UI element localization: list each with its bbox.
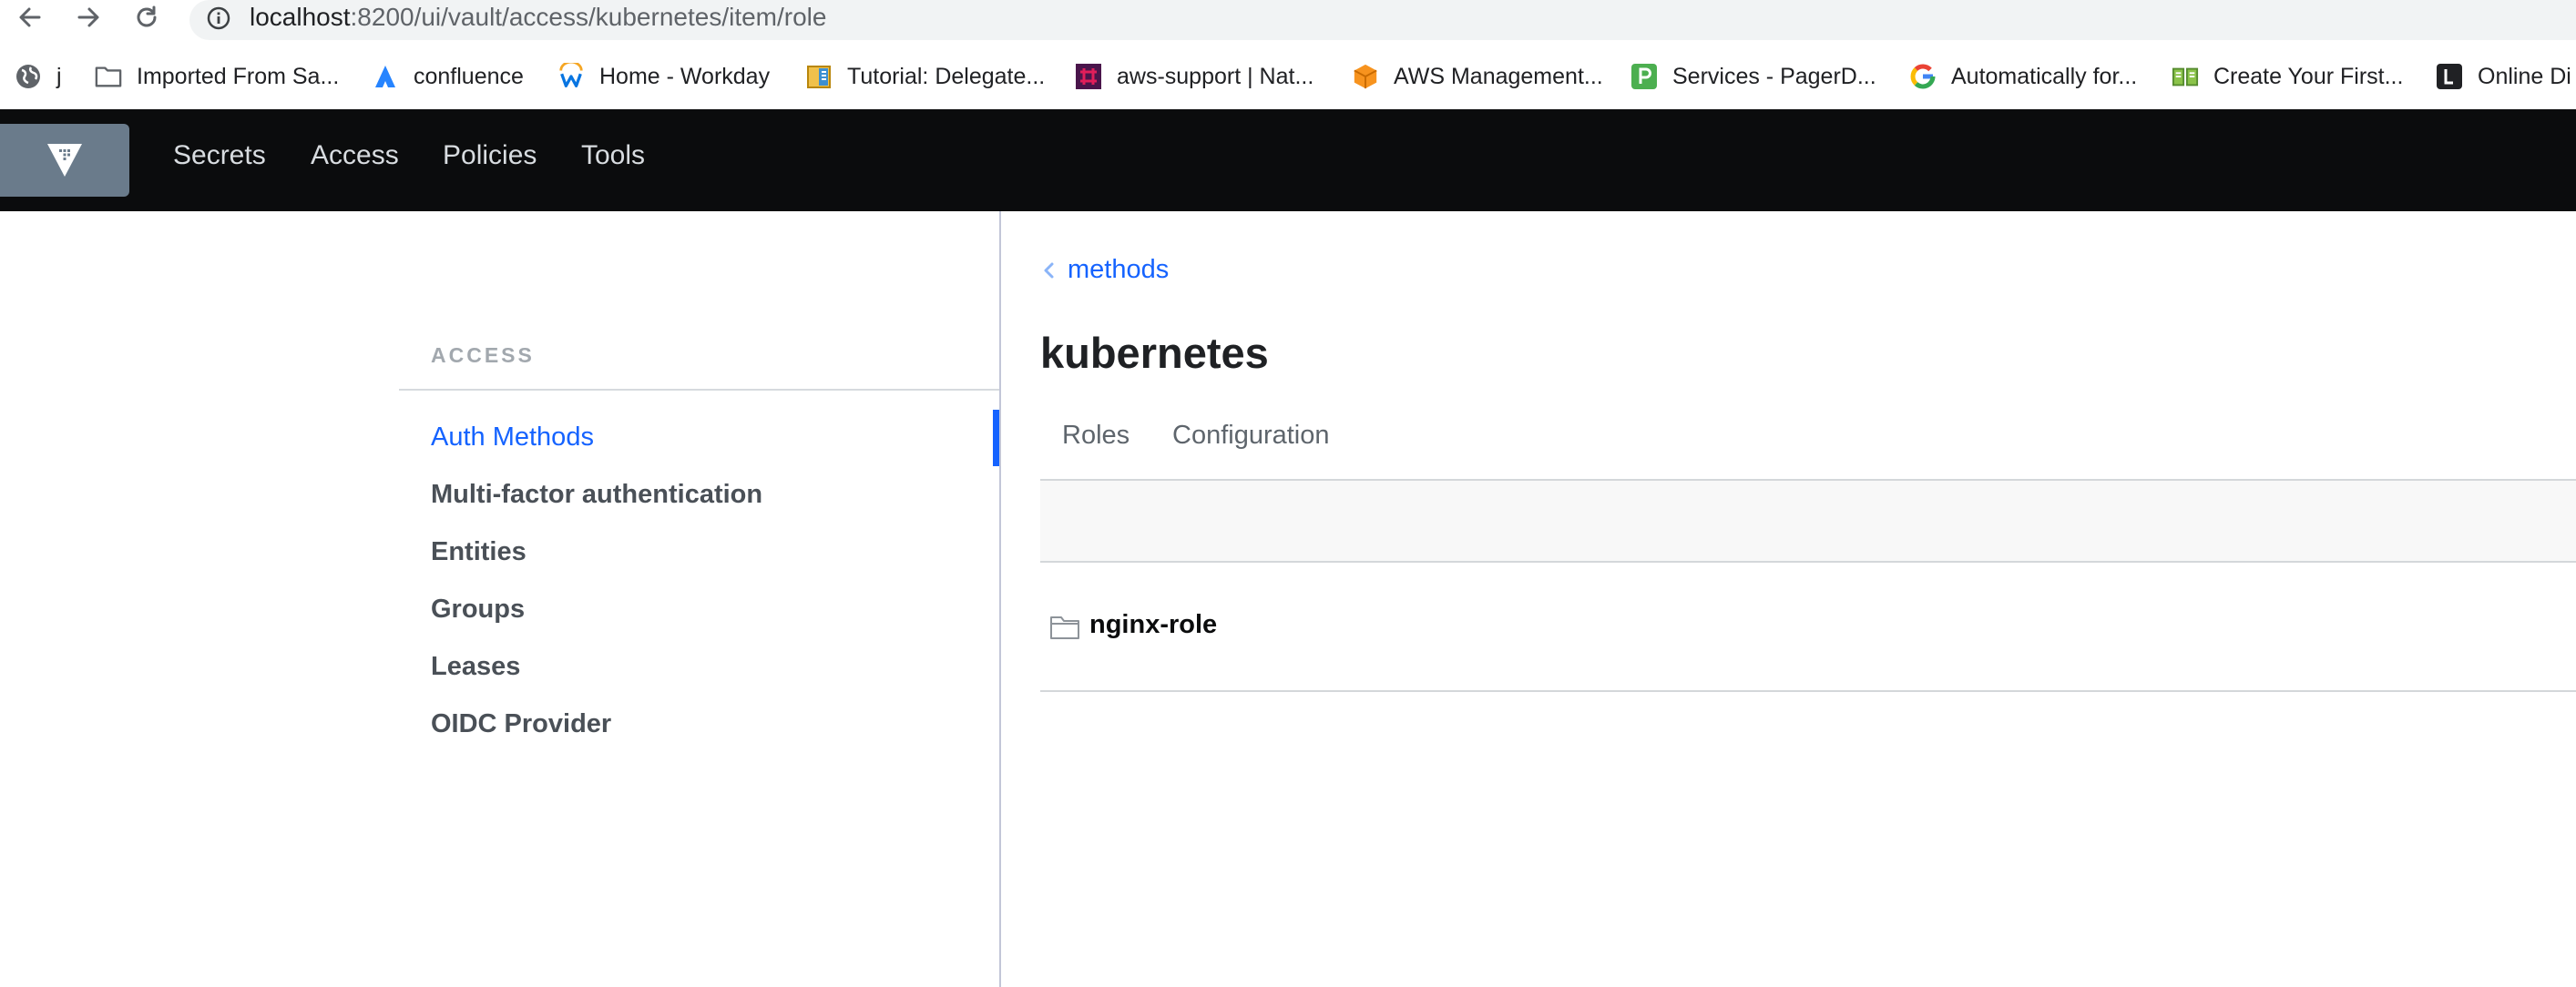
folder-icon <box>1050 616 1079 639</box>
sidebar-item-groups[interactable]: Groups <box>431 595 525 625</box>
google-icon <box>1909 63 1937 90</box>
list-item-nginx-role[interactable]: nginx-role <box>1040 563 2576 692</box>
bookmark-create-first[interactable]: Create Your First... <box>2172 60 2403 93</box>
bookmark-label: Automatically for... <box>1951 63 2138 89</box>
bookmark-aws-support[interactable]: aws-support | Nat... <box>1075 60 1314 93</box>
vault-logo-icon <box>47 144 82 177</box>
breadcrumb-link-methods[interactable]: methods <box>1068 255 1169 285</box>
globe-icon <box>15 63 42 90</box>
arrow-left-icon <box>19 7 41 27</box>
app-header: Secrets Access Policies Tools <box>0 109 2576 211</box>
nav-tools[interactable]: Tools <box>581 140 645 171</box>
bookmark-google[interactable]: Automatically for... <box>1909 60 2137 93</box>
bookmark-pagerduty[interactable]: Services - PagerD... <box>1630 60 1876 93</box>
sidebar-item-oidc-provider[interactable]: OIDC Provider <box>431 709 611 739</box>
nav-policies[interactable]: Policies <box>443 140 537 171</box>
chevron-left-icon <box>1044 262 1054 278</box>
nav-access[interactable]: Access <box>311 140 399 171</box>
url-host: localhost <box>250 3 351 31</box>
workday-icon <box>557 63 585 90</box>
bookmark-label: Services - PagerD... <box>1672 63 1876 89</box>
forward-button[interactable] <box>73 2 104 33</box>
breadcrumb[interactable]: methods <box>1040 255 1169 285</box>
sidebar-heading: ACCESS <box>431 343 535 367</box>
bookmark-label: Create Your First... <box>2213 63 2404 89</box>
info-icon[interactable] <box>206 5 231 31</box>
sidebar-item-leases[interactable]: Leases <box>431 652 520 682</box>
list-toolbar <box>1040 479 2576 563</box>
bookmark-aws-management[interactable]: AWS Management... <box>1352 60 1603 93</box>
bookmarks-bar: j Imported From Sa... confluence Home - … <box>0 51 2576 102</box>
sidebar-item-mfa[interactable]: Multi-factor authentication <box>431 480 762 510</box>
bookmark-j[interactable]: j <box>15 60 62 93</box>
sidebar-item-auth-methods[interactable]: Auth Methods <box>431 422 594 453</box>
back-button[interactable] <box>15 2 46 33</box>
sidebar-border <box>999 211 1001 987</box>
bookmark-label: Tutorial: Delegate... <box>847 63 1046 89</box>
pagerduty-icon <box>1630 63 1658 90</box>
reload-icon <box>137 5 157 27</box>
vault-logo[interactable] <box>0 124 129 197</box>
bookmark-online[interactable]: Online Di <box>2436 60 2571 93</box>
bookmark-label: aws-support | Nat... <box>1117 63 1314 89</box>
tab-configuration[interactable]: Configuration <box>1172 421 1330 451</box>
bookmark-label: confluence <box>414 63 524 89</box>
bookmark-label: Imported From Sa... <box>137 63 340 89</box>
book-icon <box>805 63 833 90</box>
bookmark-label: Online Di <box>2478 63 2571 89</box>
url-path: :8200/ui/vault/access/kubernetes/item/ro… <box>350 3 827 31</box>
bookmark-confluence[interactable]: confluence <box>372 60 524 93</box>
list-item-label[interactable]: nginx-role <box>1089 610 1217 640</box>
browser-address-bar: localhost:8200/ui/vault/access/kubernete… <box>0 0 2576 40</box>
bookmark-workday[interactable]: Home - Workday <box>557 60 770 93</box>
bookmark-label: j <box>56 63 62 89</box>
slack-icon <box>1075 63 1102 90</box>
open-book-icon <box>2172 63 2199 90</box>
reload-button[interactable] <box>131 2 162 33</box>
sidebar-item-entities[interactable]: Entities <box>431 537 526 567</box>
confluence-icon <box>372 63 399 90</box>
bookmark-label: AWS Management... <box>1394 63 1603 89</box>
sidebar-divider-line <box>399 389 1000 391</box>
bookmark-label: Home - Workday <box>599 63 771 89</box>
url-text[interactable]: localhost:8200/ui/vault/access/kubernete… <box>250 0 826 36</box>
bookmark-imported-folder[interactable]: Imported From Sa... <box>95 60 339 93</box>
bookmark-tutorial[interactable]: Tutorial: Delegate... <box>805 60 1045 93</box>
page-title: kubernetes <box>1040 329 1269 377</box>
aws-cube-icon <box>1352 63 1379 90</box>
arrow-right-icon <box>77 7 99 27</box>
lastpass-icon <box>2436 63 2463 90</box>
tab-roles[interactable]: Roles <box>1062 421 1130 451</box>
folder-icon <box>95 63 122 90</box>
nav-secrets[interactable]: Secrets <box>173 140 266 171</box>
